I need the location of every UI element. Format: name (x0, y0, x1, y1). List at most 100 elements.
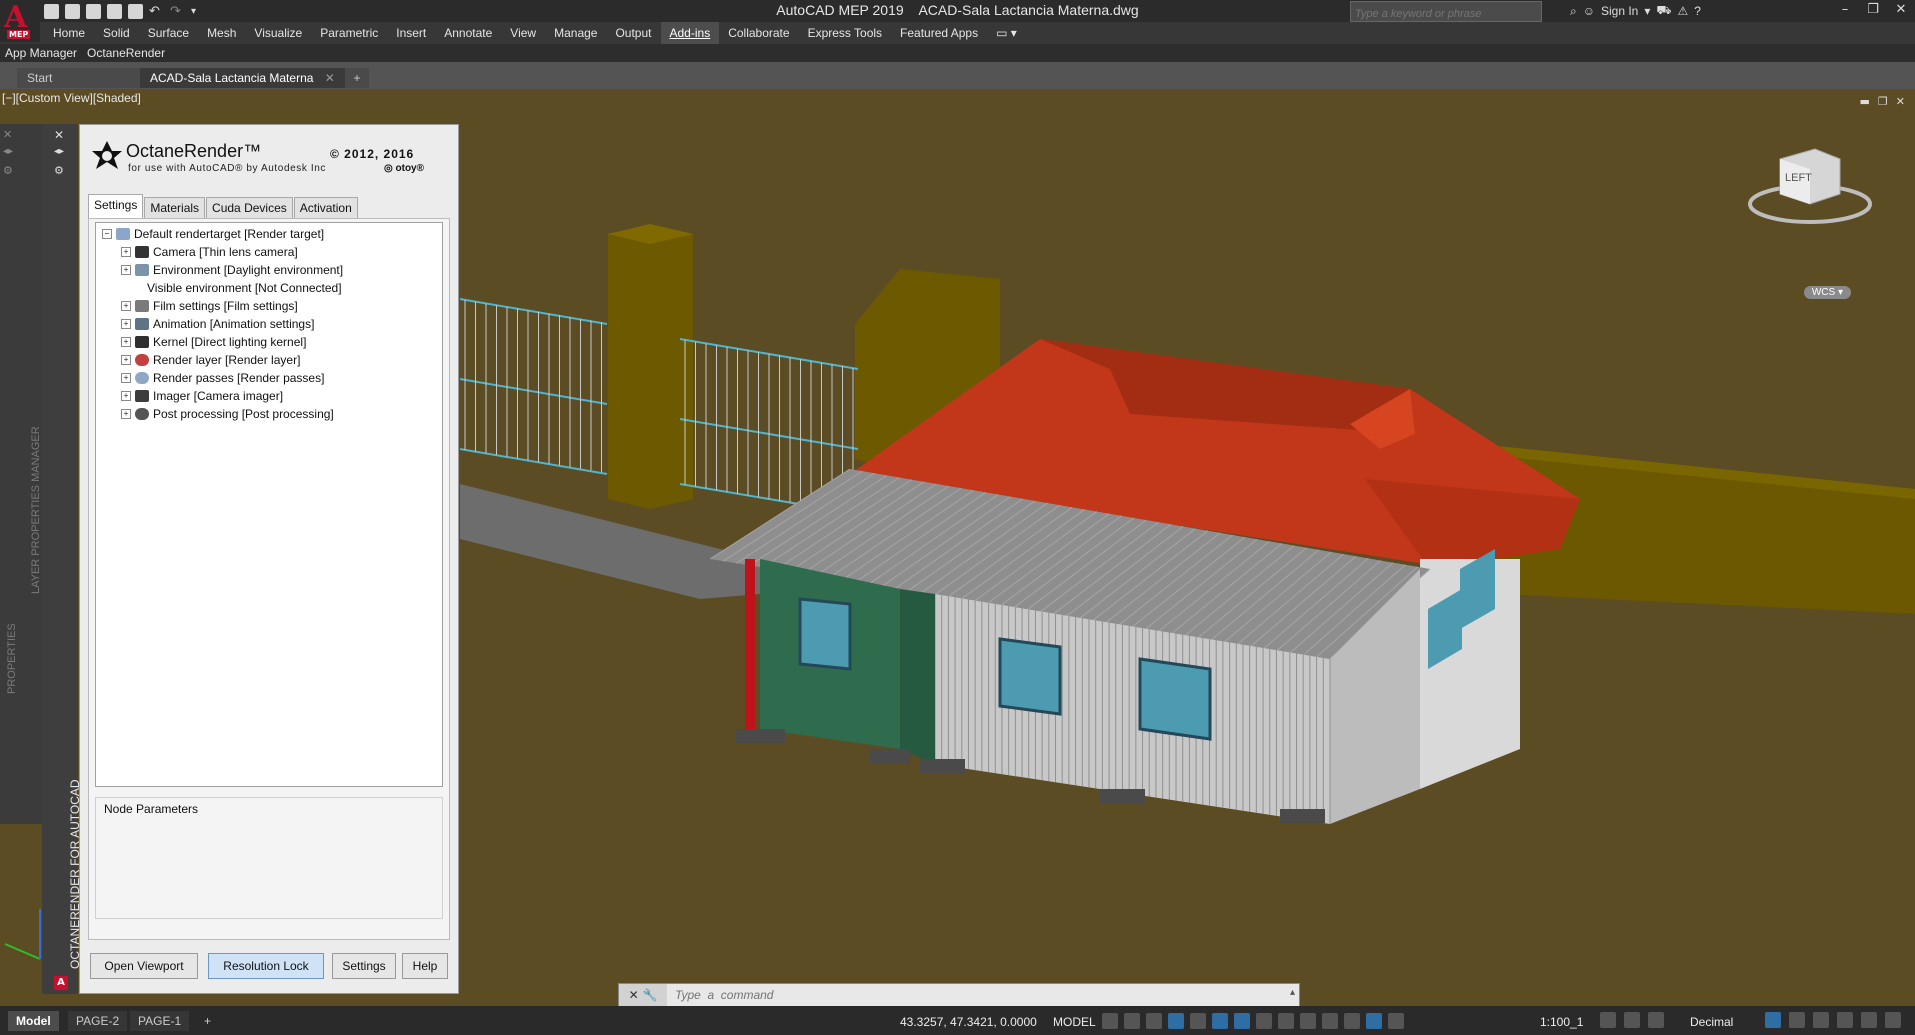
tree-item-post-processing[interactable]: + Post processing [Post processing] (121, 405, 334, 423)
expand-icon[interactable]: + (121, 319, 131, 329)
customization-icon[interactable] (1885, 1012, 1901, 1028)
resolution-lock-button[interactable]: Resolution Lock (208, 953, 324, 979)
expand-icon[interactable]: + (121, 409, 131, 419)
viewport-label[interactable]: [−][Custom View][Shaded] (2, 91, 141, 105)
snap-icon[interactable] (1124, 1013, 1140, 1029)
expand-icon[interactable]: + (121, 247, 131, 257)
search-input[interactable] (1351, 5, 1541, 23)
settings-button[interactable]: Settings (332, 953, 396, 979)
signin-area[interactable]: ⌕ ☺ Sign In ▾ ⛟ ⚠ ? (1570, 3, 1701, 19)
lineweight-icon[interactable] (1278, 1013, 1294, 1029)
tree-root[interactable]: − Default rendertarget [Render target] (102, 225, 324, 243)
tab-surface[interactable]: Surface (139, 22, 198, 44)
lock-ui-icon[interactable] (1789, 1012, 1805, 1028)
undo-icon[interactable]: ↶ (149, 4, 164, 19)
qat-dropdown-icon[interactable]: ▾ (191, 4, 206, 19)
grid-icon[interactable] (1102, 1013, 1118, 1029)
autohide-icon[interactable]: ◂▸ (54, 146, 64, 157)
tab-view[interactable]: View (501, 22, 545, 44)
tab-output[interactable]: Output (606, 22, 660, 44)
tab-add-ins[interactable]: Add-ins (660, 22, 720, 44)
tree-item-kernel[interactable]: + Kernel [Direct lighting kernel] (121, 333, 306, 351)
open-viewport-button[interactable]: Open Viewport (90, 953, 198, 979)
wrench-icon[interactable]: 🔧 (642, 988, 657, 1002)
minimize-icon[interactable]: ▬ (1860, 95, 1870, 108)
signin-label[interactable]: Sign In (1601, 4, 1638, 18)
tab-insert[interactable]: Insert (387, 22, 435, 44)
layout-tab-model[interactable]: Model (8, 1011, 59, 1031)
isodraft-icon[interactable] (1212, 1013, 1228, 1029)
close-icon[interactable]: ✕ (1896, 95, 1905, 108)
infer-icon[interactable] (1146, 1013, 1162, 1029)
tab-collaborate[interactable]: Collaborate (719, 22, 798, 44)
tab-mesh[interactable]: Mesh (198, 22, 245, 44)
expand-icon[interactable]: + (121, 265, 131, 275)
quick-properties-icon[interactable] (1765, 1012, 1781, 1028)
open-icon[interactable] (65, 3, 80, 19)
close-icon[interactable]: ✕ (325, 71, 335, 85)
redo-icon[interactable]: ↷ (170, 4, 185, 19)
tree-item-camera[interactable]: + Camera [Thin lens camera] (121, 243, 298, 261)
model-space-toggle[interactable]: MODEL (1053, 1015, 1096, 1029)
new-icon[interactable] (44, 3, 59, 19)
command-input[interactable] (671, 984, 1279, 1006)
tab-manage[interactable]: Manage (545, 22, 606, 44)
ribbon-toggle-icon[interactable]: ▭ ▾ (987, 22, 1026, 44)
tree-item-imager[interactable]: + Imager [Camera imager] (121, 387, 283, 405)
binoculars-icon[interactable]: ⌕ (1570, 4, 1577, 19)
gear-icon[interactable]: ⚙ (54, 164, 64, 177)
viewcube[interactable]: LEFT (1745, 139, 1875, 229)
panel-app-manager[interactable]: App Manager (0, 46, 82, 60)
isolate-objects-icon[interactable] (1813, 1012, 1829, 1028)
3d-osnap-icon[interactable] (1256, 1013, 1272, 1029)
annotation-scale[interactable]: 1:100_1 (1540, 1015, 1583, 1029)
tree-item-visible-environment[interactable]: Visible environment [Not Connected] (121, 279, 342, 297)
app-menu-button[interactable]: A MEP (0, 0, 40, 42)
doc-tab-start[interactable]: Start (17, 68, 147, 88)
tree-item-film-settings[interactable]: + Film settings [Film settings] (121, 297, 298, 315)
annotation-scale-icon[interactable] (1388, 1013, 1404, 1029)
a360-icon[interactable]: ⚠ (1678, 4, 1689, 18)
close-icon[interactable]: ✕ (629, 988, 639, 1002)
tree-item-animation[interactable]: + Animation [Animation settings] (121, 315, 314, 333)
layout-tab-page-1[interactable]: PAGE-1 (130, 1011, 190, 1031)
tab-visualize[interactable]: Visualize (245, 22, 311, 44)
tab-parametric[interactable]: Parametric (311, 22, 387, 44)
cart-icon[interactable]: ⛟ (1656, 3, 1671, 19)
expand-icon[interactable]: + (121, 373, 131, 383)
restore-icon[interactable]: ❐ (1878, 95, 1888, 108)
osnap-icon[interactable] (1234, 1013, 1250, 1029)
plus-icon[interactable] (1624, 1012, 1640, 1028)
layer-manager-palette-tab[interactable]: LAYER PROPERTIES MANAGER (30, 426, 42, 594)
help-icon[interactable]: ? (1694, 4, 1701, 18)
close-icon[interactable]: ✕ (1887, 0, 1915, 20)
tree-item-environment[interactable]: + Environment [Daylight environment] (121, 261, 343, 279)
save-as-icon[interactable] (107, 3, 122, 19)
tree-item-render-layer[interactable]: + Render layer [Render layer] (121, 351, 300, 369)
expand-icon[interactable]: + (121, 391, 131, 401)
help-button[interactable]: Help (402, 953, 448, 979)
tab-express-tools[interactable]: Express Tools (799, 22, 891, 44)
tree-item-render-passes[interactable]: + Render passes [Render passes] (121, 369, 324, 387)
hardware-acceleration-icon[interactable] (1837, 1012, 1853, 1028)
selection-cycling-icon[interactable] (1322, 1013, 1338, 1029)
save-icon[interactable] (86, 3, 101, 19)
autohide-icon[interactable]: ◂▸ (3, 146, 13, 157)
chevron-up-icon[interactable]: ▴ (1290, 987, 1295, 998)
new-tab-button[interactable]: + (345, 68, 369, 88)
tab-featured-apps[interactable]: Featured Apps (891, 22, 987, 44)
close-icon[interactable]: ✕ (54, 128, 64, 142)
tab-annotate[interactable]: Annotate (435, 22, 501, 44)
transparency-icon[interactable] (1300, 1013, 1316, 1029)
coordinates-readout[interactable]: 43.3257, 47.3421, 0.0000 (900, 1015, 1037, 1029)
ucs-icon[interactable] (1344, 1013, 1360, 1029)
add-layout-button[interactable]: + (196, 1011, 219, 1031)
clean-screen-icon[interactable] (1861, 1012, 1877, 1028)
doc-tab-file[interactable]: ACAD-Sala Lactancia Materna ✕ (140, 68, 346, 88)
ortho-icon[interactable] (1168, 1013, 1184, 1029)
units-dropdown[interactable]: Decimal (1690, 1015, 1733, 1029)
expand-icon[interactable]: + (121, 301, 131, 311)
wcs-menu[interactable]: WCS ▾ (1803, 286, 1851, 299)
plot-icon[interactable] (128, 3, 143, 19)
annotation-visibility-icon[interactable] (1366, 1013, 1382, 1029)
